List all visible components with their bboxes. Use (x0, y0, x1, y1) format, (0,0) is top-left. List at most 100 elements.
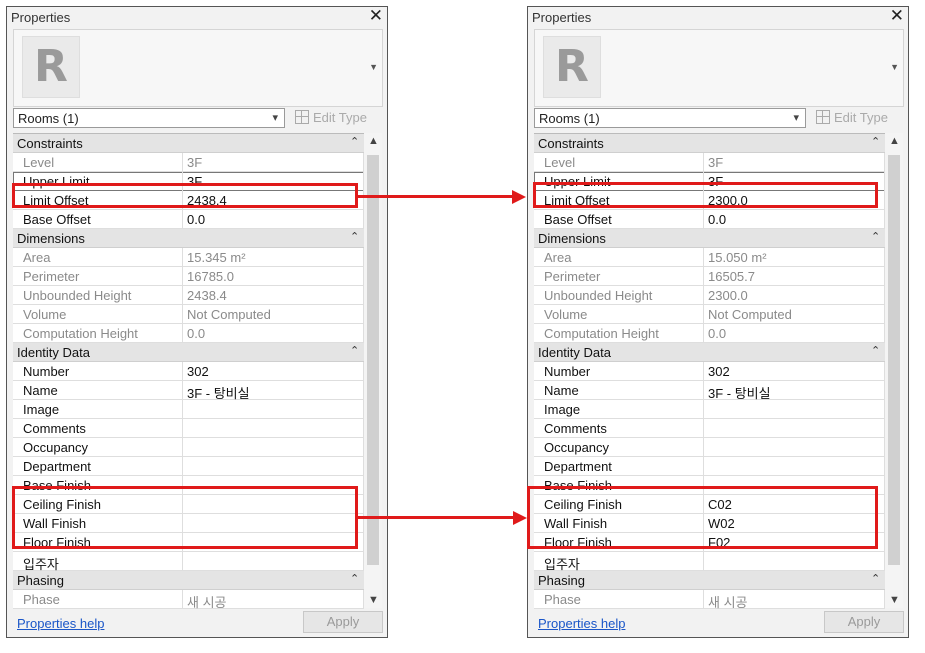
scroll-thumb[interactable] (367, 155, 379, 565)
property-label: Ceiling Finish (544, 497, 623, 512)
property-label: Level (23, 155, 55, 170)
property-label: Number (23, 364, 70, 379)
property-row-comments: Comments (13, 419, 364, 438)
property-row-base-finish: Base Finish (13, 476, 364, 495)
collapse-icon[interactable]: ⌃ (871, 230, 880, 243)
panel-title: Properties (532, 10, 592, 25)
group-phasing[interactable]: Phasing ⌃ (534, 571, 885, 590)
scroll-down-icon[interactable]: ▼ (368, 594, 379, 606)
property-row-name: Name 3F - 탕비실 (13, 381, 364, 401)
property-value: 3F (708, 155, 724, 170)
chevron-down-icon[interactable]: ▾ (793, 111, 799, 124)
group-constraints[interactable]: Constraints ⌃ (534, 134, 885, 153)
property-value[interactable]: 302 (187, 364, 209, 379)
edit-type-label: Edit Type (834, 110, 888, 125)
type-selector-value: Rooms (1) (18, 111, 79, 126)
scroll-thumb[interactable] (888, 155, 900, 565)
properties-help-link[interactable]: Properties help (17, 616, 104, 631)
group-dimensions[interactable]: Dimensions ⌃ (13, 229, 364, 248)
scroll-down-icon[interactable]: ▼ (889, 594, 900, 606)
collapse-icon[interactable]: ⌃ (350, 344, 359, 357)
property-value[interactable]: 0.0 (187, 212, 205, 227)
property-row-wall-finish: Wall Finish (13, 514, 364, 533)
property-row-area: Area 15.050 m² (534, 248, 885, 267)
property-value[interactable]: 302 (708, 364, 730, 379)
property-row-comments: Comments (534, 419, 885, 438)
scroll-up-icon[interactable]: ▲ (889, 135, 900, 147)
chevron-down-icon[interactable]: ▼ (369, 62, 378, 72)
property-label: Occupancy (23, 440, 89, 455)
group-identity-data[interactable]: Identity Data ⌃ (13, 343, 364, 362)
property-value[interactable]: W02 (708, 516, 735, 531)
collapse-icon[interactable]: ⌃ (350, 230, 359, 243)
property-row-perimeter: Perimeter 16505.7 (534, 267, 885, 286)
chevron-down-icon[interactable]: ▾ (272, 111, 278, 124)
property-value[interactable]: 2300.0 (708, 193, 748, 208)
scroll-up-icon[interactable]: ▲ (368, 135, 379, 147)
property-value[interactable]: 0.0 (708, 212, 726, 227)
property-value: 새 시공 (708, 595, 748, 609)
apply-button[interactable]: Apply (824, 611, 904, 633)
group-identity-data[interactable]: Identity Data ⌃ (534, 343, 885, 362)
chevron-down-icon[interactable]: ▼ (890, 62, 899, 72)
group-label: Phasing (17, 573, 64, 588)
property-label: Unbounded Height (544, 288, 653, 303)
edit-type-button[interactable]: Edit Type (816, 110, 888, 125)
property-value[interactable]: 3F (708, 174, 723, 189)
collapse-icon[interactable]: ⌃ (871, 572, 880, 585)
property-label: Upper Limit (544, 174, 611, 189)
collapse-icon[interactable]: ⌃ (350, 572, 359, 585)
property-value: 15.050 m² (708, 250, 767, 265)
property-row-department: Department (13, 457, 364, 476)
vertical-scrollbar[interactable]: ▲ ▼ (885, 133, 903, 608)
property-label: Level (544, 155, 576, 170)
type-selector[interactable]: Rooms (1) ▾ (534, 108, 806, 128)
collapse-icon[interactable]: ⌃ (871, 135, 880, 148)
property-label: Occupancy (544, 440, 610, 455)
property-value: 15.345 m² (187, 250, 246, 265)
apply-button[interactable]: Apply (303, 611, 383, 633)
arrow-right-icon (358, 195, 513, 198)
property-row-volume: Volume Not Computed (534, 305, 885, 324)
property-value[interactable]: 3F (187, 174, 202, 189)
properties-help-link[interactable]: Properties help (538, 616, 625, 631)
property-grid: Constraints ⌃ Level 3F Upper Limit 3F Limit… (13, 133, 364, 609)
property-label: Wall Finish (544, 516, 608, 531)
vertical-scrollbar[interactable]: ▲ ▼ (364, 133, 382, 608)
property-row-base-finish: Base Finish (534, 476, 885, 495)
group-label: Identity Data (17, 345, 90, 360)
property-label: Unbounded Height (23, 288, 132, 303)
property-value: 16505.7 (708, 269, 755, 284)
property-row-upper-limit: Upper Limit 3F (13, 172, 364, 191)
group-phasing[interactable]: Phasing ⌃ (13, 571, 364, 590)
property-label: Department (23, 459, 91, 474)
property-row-ceiling-finish: Ceiling Finish (13, 495, 364, 514)
property-value[interactable]: C02 (708, 497, 732, 512)
close-icon[interactable]: ✕ (890, 6, 904, 26)
property-row-floor-finish: Floor Finish F02 (534, 533, 885, 552)
property-label: Ceiling Finish (23, 497, 102, 512)
property-label: Comments (544, 421, 607, 436)
property-row-area: Area 15.345 m² (13, 248, 364, 267)
property-value: Not Computed (708, 307, 792, 322)
property-row-computation-height: Computation Height 0.0 (13, 324, 364, 343)
titlebar: Properties ✕ (528, 6, 908, 27)
collapse-icon[interactable]: ⌃ (871, 344, 880, 357)
properties-panel-before: Properties ✕ R ▼ Rooms (1) ▾ Edit Type C… (6, 6, 388, 638)
collapse-icon[interactable]: ⌃ (350, 135, 359, 148)
close-icon[interactable]: ✕ (369, 6, 383, 26)
property-value[interactable]: 2438.4 (187, 193, 227, 208)
property-label: Floor Finish (23, 535, 91, 550)
revit-logo-icon: R (22, 36, 80, 98)
group-dimensions[interactable]: Dimensions ⌃ (534, 229, 885, 248)
property-value: 16785.0 (187, 269, 234, 284)
group-constraints[interactable]: Constraints ⌃ (13, 134, 364, 153)
property-value: 2300.0 (708, 288, 748, 303)
type-preview: R ▼ (534, 29, 904, 107)
edit-type-button[interactable]: Edit Type (295, 110, 367, 125)
property-value[interactable]: F02 (708, 535, 730, 550)
group-label: Phasing (538, 573, 585, 588)
type-selector[interactable]: Rooms (1) ▾ (13, 108, 285, 128)
property-row-department: Department (534, 457, 885, 476)
property-label: Volume (544, 307, 588, 322)
